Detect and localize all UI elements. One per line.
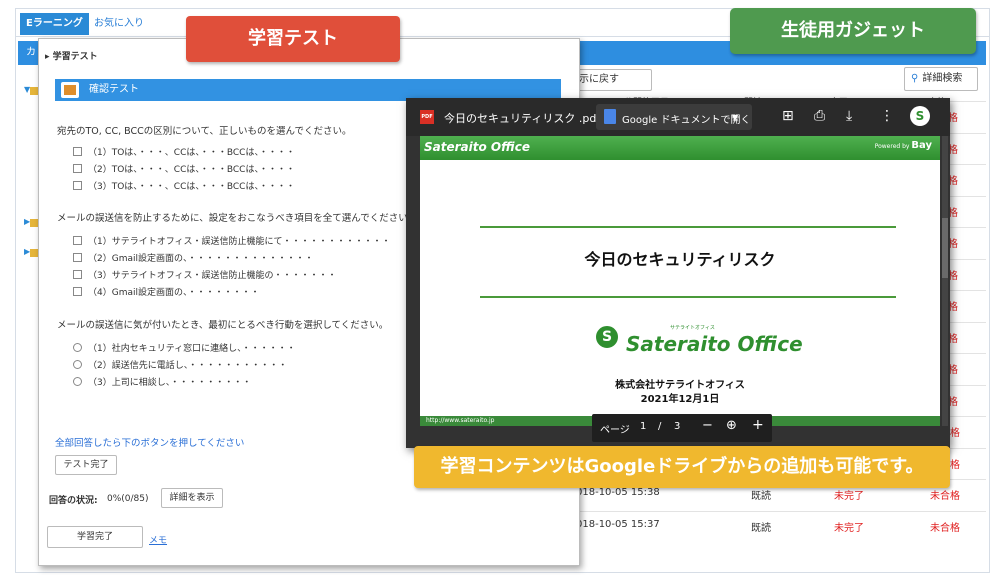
table-row[interactable]: 018-10-05 15:37 既読 未完了 未合格 xyxy=(576,519,986,535)
slide-logo: Sateraito Office xyxy=(424,140,531,154)
table-cell: 未完了 xyxy=(834,522,864,534)
print-icon[interactable]: ⎙ xyxy=(814,108,825,124)
google-docs-icon xyxy=(604,109,616,124)
panel-title-text: 学習テスト xyxy=(52,52,98,62)
search-icon: ⚲ xyxy=(911,73,919,84)
checkbox[interactable] xyxy=(73,286,82,296)
tab-favorites[interactable]: お気に入り xyxy=(94,13,144,35)
download-icon[interactable]: ⤓ xyxy=(846,108,852,124)
question-2: メールの誤送信を防止するために、設定をおこなうべき項目を全て選んでください。 xyxy=(57,213,418,224)
pdf-filename: 今日のセキュリティリスク .pdf xyxy=(444,112,601,125)
checkbox[interactable] xyxy=(73,180,82,190)
scrollbar[interactable] xyxy=(942,136,948,426)
page-separator: / xyxy=(658,421,662,432)
logo-ruby: サテライトオフィス xyxy=(670,325,715,331)
status-value: 0%(0/85) xyxy=(107,494,149,504)
slide-date: 2021年12月1日 xyxy=(640,394,720,405)
sateraito-logo-icon: S xyxy=(910,106,930,126)
status-label: 回答の状況: xyxy=(49,496,98,506)
powered-by: Powered by Bay xyxy=(875,140,932,151)
more-options-icon[interactable]: ⋮ xyxy=(880,108,894,124)
radio[interactable] xyxy=(73,376,82,386)
radio[interactable] xyxy=(73,359,82,369)
open-with-google-docs-button[interactable]: Google ドキュメントで開く ▼ xyxy=(596,104,752,130)
q3-option[interactable]: （2）誤送信先に電話し、・・・・・・・・・・・ xyxy=(73,358,288,371)
option-label: （3）サテライトオフィス・誤送信防止機能の・・・・・・・ xyxy=(88,270,337,281)
radio[interactable] xyxy=(73,342,82,352)
scrollbar-thumb[interactable] xyxy=(942,218,948,278)
q2-option[interactable]: （4）Gmail設定画面の、・・・・・・・・ xyxy=(73,285,260,298)
sateraito-logo-icon: S xyxy=(596,326,618,348)
table-cell: 既読 xyxy=(751,491,771,502)
option-label: （1）TOは、・・・、CCは、・・・BCCは、・・・・ xyxy=(88,147,295,158)
page-controls: ページ 1 / 3 − ⊕ + xyxy=(592,414,772,442)
panel-title: ▸ 学習テスト xyxy=(45,52,98,62)
pdf-viewer: PDF 今日のセキュリティリスク .pdf Google ドキュメントで開く ▼… xyxy=(406,98,950,448)
memo-link[interactable]: メモ xyxy=(149,533,167,546)
q3-option[interactable]: （3）上司に相談し、・・・・・・・・・ xyxy=(73,375,252,388)
checkbox[interactable] xyxy=(73,269,82,279)
slide-title: 今日のセキュリティリスク xyxy=(584,250,776,269)
show-detail-button[interactable]: 詳細を表示 xyxy=(161,488,223,508)
learning-test-banner: 学習テスト xyxy=(186,16,400,62)
q1-option[interactable]: （3）TOは、・・・、CCは、・・・BCCは、・・・・ xyxy=(73,179,295,192)
page-total: 3 xyxy=(674,421,681,432)
option-label: （3）上司に相談し、・・・・・・・・・ xyxy=(88,377,252,388)
page-label: ページ xyxy=(600,425,630,436)
option-label: （2）Gmail設定画面の、・・・・・・・・・・・・・・ xyxy=(88,253,314,264)
checkbox[interactable] xyxy=(73,252,82,262)
zoom-in-icon[interactable]: + xyxy=(752,417,764,433)
option-label: （2）TOは、・・・、CCは、・・・BCCは、・・・・ xyxy=(88,164,295,175)
option-label: （3）TOは、・・・、CCは、・・・BCCは、・・・・ xyxy=(88,181,295,192)
q2-option[interactable]: （2）Gmail設定画面の、・・・・・・・・・・・・・・ xyxy=(73,251,314,264)
q2-option[interactable]: （3）サテライトオフィス・誤送信防止機能の・・・・・・・ xyxy=(73,268,337,281)
option-label: （1）サテライトオフィス・誤送信防止機能にて・・・・・・・・・・・・ xyxy=(88,236,391,247)
checkbox[interactable] xyxy=(73,146,82,156)
table-cell: 未合格 xyxy=(930,491,960,502)
finish-test-button[interactable]: テスト完了 xyxy=(55,455,117,475)
table-cell: 未合格 xyxy=(930,522,960,534)
option-label: （4）Gmail設定画面の、・・・・・・・・ xyxy=(88,287,260,298)
q1-option[interactable]: （1）TOは、・・・、CCは、・・・BCCは、・・・・ xyxy=(73,145,295,158)
divider xyxy=(480,296,896,298)
pdf-file-icon: PDF xyxy=(420,110,434,124)
powered-by-label: Powered by xyxy=(874,143,910,150)
category-tree: ▼ ▶ ▶ xyxy=(18,67,40,547)
bay-logo: Bay xyxy=(911,140,932,151)
slide-header-bar: Sateraito Office Powered by Bay xyxy=(420,136,940,160)
google-drive-banner: 学習コンテンツはGoogleドライブからの追加も可能です。 xyxy=(414,446,950,488)
option-label: （2）誤送信先に電話し、・・・・・・・・・・・ xyxy=(88,360,288,371)
student-gadget-banner: 生徒用ガジェット xyxy=(730,8,976,54)
table-cell: 未完了 xyxy=(834,491,864,502)
divider xyxy=(480,226,896,228)
instruction-note: 全部回答したら下のボタンを押してください xyxy=(55,438,245,449)
checkbox[interactable] xyxy=(73,235,82,245)
tab-elearning[interactable]: Eラーニング xyxy=(20,13,89,35)
zoom-icon[interactable]: ⊕ xyxy=(726,418,737,433)
slide-brand: Sateraito Office xyxy=(626,332,803,356)
add-comment-icon[interactable]: ⊞ xyxy=(782,108,794,124)
q1-option[interactable]: （2）TOは、・・・、CCは、・・・BCCは、・・・・ xyxy=(73,162,295,175)
advanced-search-label: 詳細検索 xyxy=(922,73,963,84)
zoom-out-icon[interactable]: − xyxy=(702,418,713,433)
question-3: メールの誤送信に気が付いたとき、最初にとるべき行動を選択してください。 xyxy=(57,320,389,331)
q2-option[interactable]: （1）サテライトオフィス・誤送信防止機能にて・・・・・・・・・・・・ xyxy=(73,234,391,247)
page-current[interactable]: 1 xyxy=(640,421,646,432)
question-1: 宛先のTO, CC, BCCの区別について、正しいものを選んでください。 xyxy=(57,126,352,137)
q3-option[interactable]: （1）社内セキュリティ窓口に連絡し、・・・・・・ xyxy=(73,341,296,354)
test-icon xyxy=(61,82,79,98)
option-label: （1）社内セキュリティ窓口に連絡し、・・・・・・ xyxy=(88,343,296,354)
table-row[interactable]: 018-10-05 15:38 既読 未完了 未合格 xyxy=(576,487,986,503)
pdf-page: Sateraito Office Powered by Bay 今日のセキュリテ… xyxy=(420,136,940,426)
confirm-test-title: 確認テスト xyxy=(89,84,139,95)
finish-learning-button[interactable]: 学習完了 xyxy=(47,526,143,548)
company-name: 株式会社サテライトオフィス xyxy=(615,380,745,391)
table-cell: 既読 xyxy=(751,522,771,534)
pdf-toolbar: PDF 今日のセキュリティリスク .pdf Google ドキュメントで開く ▼… xyxy=(406,98,950,136)
chevron-down-icon[interactable]: ▼ xyxy=(732,113,738,122)
table-cell: 018-10-05 15:37 xyxy=(576,518,660,530)
advanced-search-button[interactable]: ⚲ 詳細検索 xyxy=(904,67,978,91)
table-cell: 018-10-05 15:38 xyxy=(576,487,660,498)
checkbox[interactable] xyxy=(73,163,82,173)
